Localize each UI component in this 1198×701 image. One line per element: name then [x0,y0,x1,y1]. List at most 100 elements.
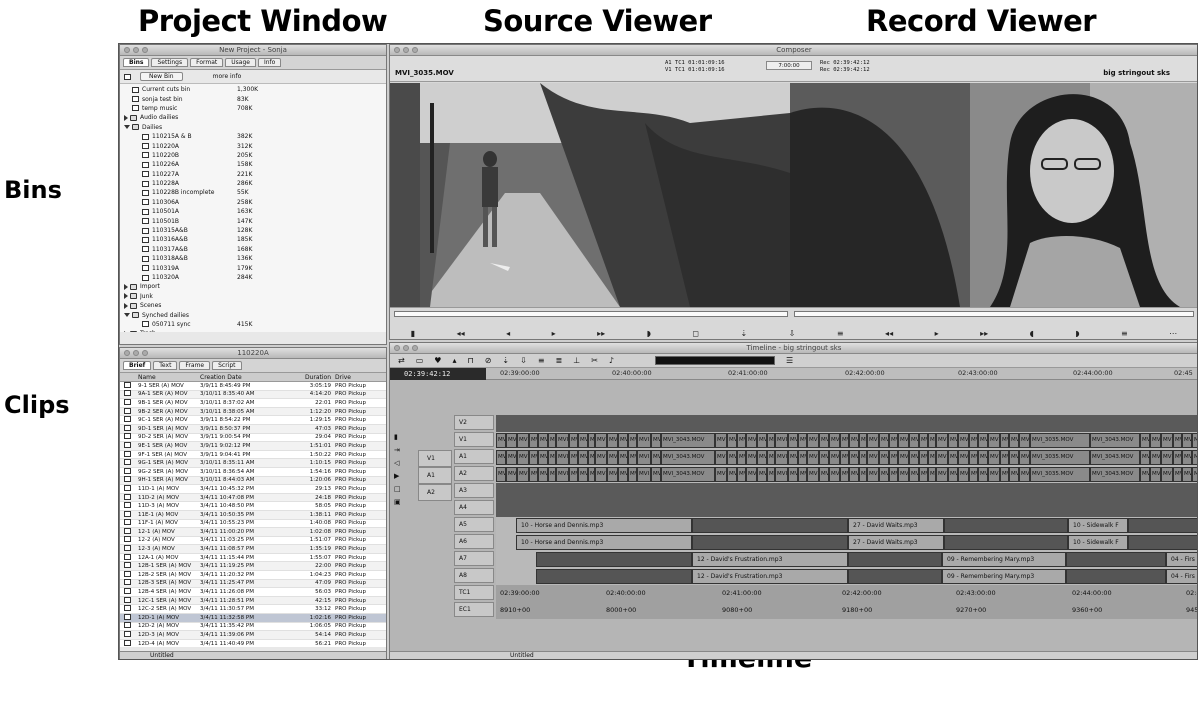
track-label[interactable]: TC1 [454,585,494,600]
window-controls[interactable] [390,345,418,351]
video-clip[interactable]: MVI [506,433,517,448]
video-clip[interactable]: MVI_3043.MOV [661,467,715,482]
expand-triangle-icon[interactable] [124,125,130,130]
bin-tree-row[interactable]: Synched dailies [124,310,386,319]
video-clip[interactable]: MVI [988,450,1000,465]
video-clip[interactable]: MVI [607,450,618,465]
clip-row[interactable]: 11F-1 (A) MOV 3/4/11 10:55:23 PM 1:40:08 PR… [120,519,386,529]
clip-row[interactable]: 12C-2 SER (A) MOV 3/4/11 11:30:57 PM 33:12… [120,605,386,615]
bin-tree-row[interactable]: Audio dailies [124,113,386,122]
toolbar-lift-icon[interactable]: ≡ [538,356,545,365]
clip-row[interactable]: 9G-2 SER (A) MOV 3/10/11 8:36:54 AM 1:54:1… [120,467,386,477]
video-clip[interactable]: MVI [788,450,798,465]
video-clip[interactable]: MVI [775,450,788,465]
video-clip[interactable]: MVI [936,450,948,465]
video-clip[interactable]: MVI [637,433,651,448]
video-clip[interactable]: MVI [1140,433,1150,448]
video-clip[interactable]: MVI [958,467,969,482]
timeline-timecode[interactable]: 02:39:42:12 [390,368,486,380]
rec-mark-out-icon[interactable]: ◗ [1075,329,1079,338]
play-icon[interactable]: ▸ [552,329,556,338]
palette-tool-icon[interactable]: ◁ [394,459,408,467]
video-clip[interactable]: MVI [727,433,737,448]
source-clip-name[interactable]: MVI_3035.MOV [395,69,454,77]
video-clip[interactable]: MVI [1161,467,1173,482]
video-clip[interactable]: MVI_3043.MOV [1090,433,1140,448]
video-clip[interactable]: MVI [595,433,607,448]
toolbar-marker-icon[interactable]: ♥ [434,356,441,365]
video-clip[interactable]: MVI [746,433,757,448]
clip-row[interactable]: 12-1 (A) MOV 3/4/11 11:00:20 PM 1:02:08 PRO… [120,527,386,537]
video-clip[interactable]: MVI [879,467,889,482]
video-clip[interactable]: MVI [757,450,767,465]
video-clip[interactable]: MVI [840,450,849,465]
tab-brief[interactable]: Brief [123,361,152,370]
bin-tree-row[interactable]: 110215A & B 382K [124,132,386,141]
video-clip[interactable]: MVI [1192,450,1197,465]
source-track-a1[interactable]: A1 [418,467,452,484]
toolbar-trim-icon[interactable]: ⊥ [573,356,580,365]
video-clip[interactable]: MVI [948,433,958,448]
palette-tool-icon[interactable]: ▶ [394,472,408,480]
video-clip[interactable]: MVI [506,467,517,482]
audio-clip[interactable]: 04 - Firs [1166,569,1197,584]
splice-icon[interactable]: ⇣ [740,329,747,338]
video-clip[interactable]: MVI [529,467,538,482]
video-clip[interactable]: MVI [849,450,859,465]
source-tc-v1[interactable]: V1 TC1 01:01:09:16 [665,67,725,74]
video-clip[interactable]: MVI [889,467,898,482]
bin-tree-row[interactable]: sonja test bin 83K [124,94,386,103]
track-label[interactable]: A5 [454,517,494,532]
video-clip[interactable]: MVI [628,467,637,482]
project-window-titlebar[interactable]: New Project - Sonja [120,45,386,56]
video-clip[interactable]: MVI [928,450,936,465]
video-clip[interactable]: MVI [588,467,595,482]
track-label[interactable]: A7 [454,551,494,566]
clip-row[interactable]: 12B-2 SER (A) MOV 3/4/11 11:20:32 PM 1:04:… [120,570,386,580]
video-clip[interactable]: MVI [1173,450,1182,465]
video-clip[interactable]: MVI [767,450,775,465]
clip-row[interactable]: 12B-3 SER (A) MOV 3/4/11 11:25:47 PM 47:09… [120,579,386,589]
video-clip[interactable]: MVI [1161,433,1173,448]
video-clip[interactable]: MVI [578,433,588,448]
track-label[interactable]: A3 [454,483,494,498]
video-clip[interactable]: MVI [775,433,788,448]
video-clip[interactable]: MVI [548,433,556,448]
video-clip[interactable]: MVI [1192,433,1197,448]
video-clip[interactable]: MVI [767,433,775,448]
column-duration[interactable]: Duration [295,374,335,381]
video-clip[interactable]: MVI [867,433,879,448]
video-clip[interactable]: MVI [969,450,978,465]
toolbar-segment-icon[interactable]: ⊓ [467,356,473,365]
bin-tree-row[interactable]: 110226A 158K [124,160,386,169]
video-clip[interactable]: MVI [978,433,988,448]
bin-tree-row[interactable]: 110317A&B 168K [124,245,386,254]
collapse-triangle-icon[interactable] [124,293,128,300]
video-clip[interactable]: MVI [1019,450,1030,465]
tab-info[interactable]: Info [257,58,282,67]
video-clip[interactable]: MVI [919,467,928,482]
video-clip[interactable]: MVI [798,433,807,448]
step-forward-icon[interactable]: ▸▸ [597,329,605,338]
video-clip[interactable]: MVI [1150,433,1161,448]
video-clip[interactable]: MVI [1009,433,1019,448]
video-clip[interactable]: MVI [936,467,948,482]
track-label[interactable]: A8 [454,568,494,583]
clip-row[interactable]: 11D-2 (A) MOV 3/4/11 10:47:08 PM 24:18 PRO … [120,493,386,503]
record-sequence-name[interactable]: big stringout sks [1103,69,1170,77]
video-clip[interactable]: MVI [767,467,775,482]
track-label[interactable]: V1 [454,432,494,447]
collapse-triangle-icon[interactable] [124,302,128,309]
video-clip[interactable]: MVI [1000,450,1009,465]
column-drive[interactable]: Drive [335,374,373,381]
video-clip[interactable]: MVI [788,433,798,448]
video-clip[interactable]: MVI [1182,433,1192,448]
video-clip[interactable]: MVI [1000,433,1009,448]
column-creation-date[interactable]: Creation Date [200,374,295,381]
audio-clip[interactable]: 04 - Firs [1166,552,1197,567]
video-clip[interactable]: MVI [807,450,819,465]
video-clip[interactable]: MVI [859,433,867,448]
clip-row[interactable]: 9A-1 SER (A) MOV 3/10/11 8:35:40 AM 4:14:2… [120,390,386,400]
bin-tree-row[interactable]: 110316A&B 185K [124,235,386,244]
video-clip[interactable]: MVI [909,467,919,482]
